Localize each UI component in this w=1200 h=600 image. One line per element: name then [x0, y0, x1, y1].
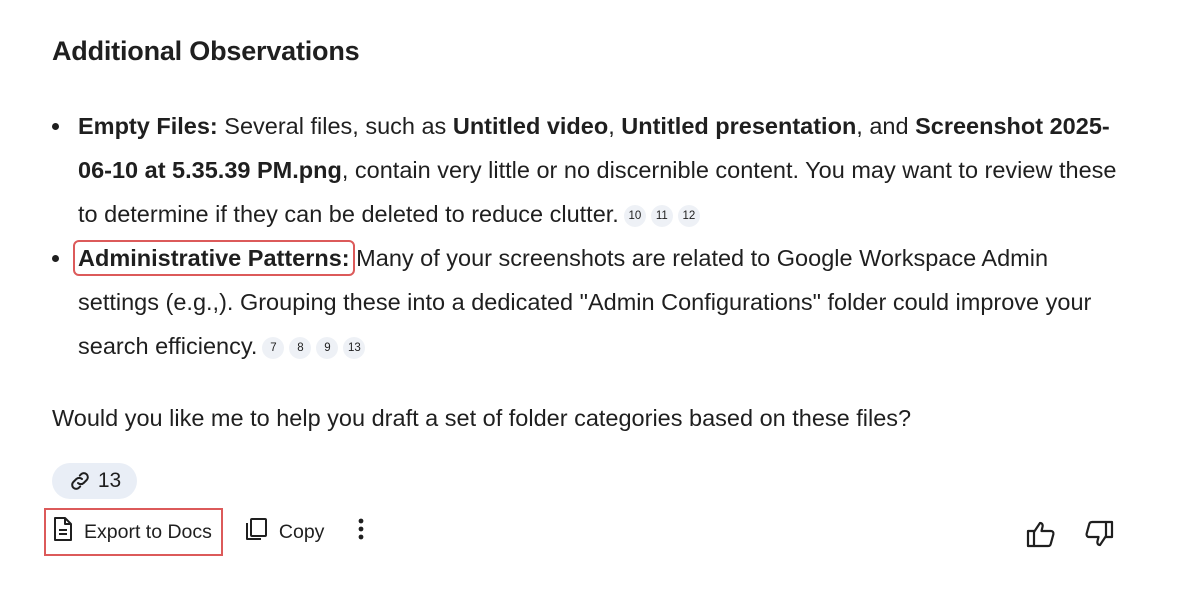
more-options-button[interactable] — [354, 508, 368, 556]
observations-list: Empty Files: Several files, such as Unti… — [52, 104, 1132, 368]
bullet-text: , and — [856, 113, 916, 139]
bullet-label: Administrative Patterns: — [73, 240, 355, 276]
export-to-docs-button[interactable]: Export to Docs — [44, 508, 223, 556]
copy-icon — [243, 516, 269, 548]
thumb-up-button[interactable] — [1025, 518, 1057, 552]
export-label: Export to Docs — [84, 520, 212, 543]
sources-chip[interactable]: 13 — [52, 463, 137, 499]
thumb-up-icon — [1025, 521, 1057, 554]
file-name-untitled-video: Untitled video — [452, 113, 609, 139]
sources-count: 13 — [97, 469, 122, 492]
section-heading: Additional Observations — [52, 36, 360, 66]
response-actions: Export to Docs Copy — [44, 508, 368, 556]
thumb-down-icon — [1083, 520, 1115, 554]
more-vert-icon — [358, 518, 364, 546]
citation-chip[interactable]: 10 — [623, 205, 646, 227]
citation-chip[interactable]: 8 — [289, 337, 312, 359]
copy-button[interactable]: Copy — [243, 508, 325, 556]
link-icon — [68, 469, 92, 493]
citation-chip[interactable]: 13 — [343, 337, 366, 359]
bullet-text: , — [608, 113, 622, 139]
citation-chip[interactable]: 12 — [677, 205, 700, 227]
citation-chip[interactable]: 9 — [316, 337, 339, 359]
follow-up-question: Would you like me to help you draft a se… — [52, 405, 912, 431]
thumb-down-button[interactable] — [1083, 518, 1115, 552]
copy-label: Copy — [278, 520, 325, 543]
bullet-label: Empty Files: — [78, 113, 218, 139]
document-icon — [52, 516, 74, 548]
list-item-admin-patterns: Administrative Patterns: Many of your sc… — [52, 236, 1132, 368]
bullet-point — [52, 255, 59, 262]
bullet-point — [52, 123, 59, 130]
file-name-untitled-presentation: Untitled presentation — [621, 113, 857, 139]
citation-chip[interactable]: 7 — [262, 337, 285, 359]
list-item-empty-files: Empty Files: Several files, such as Unti… — [52, 104, 1132, 236]
citation-chip[interactable]: 11 — [650, 205, 673, 227]
bullet-text: Several files, such as — [217, 113, 453, 139]
